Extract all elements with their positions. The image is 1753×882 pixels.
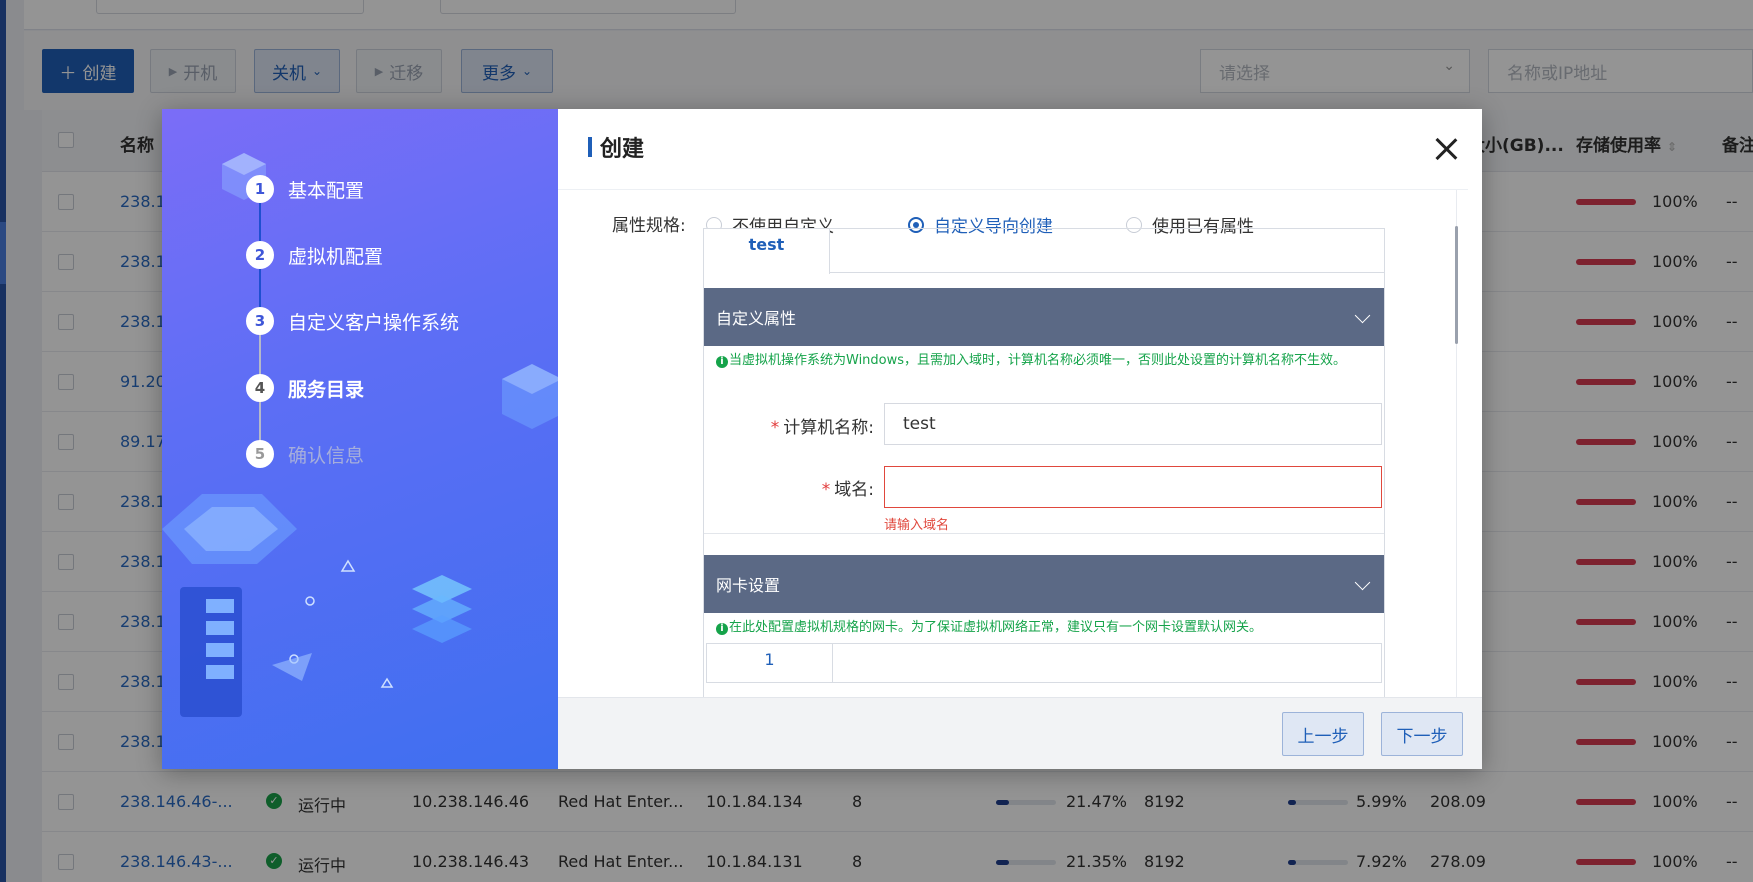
scrollbar-thumb[interactable] bbox=[1455, 226, 1458, 344]
title-accent-bar bbox=[588, 137, 592, 157]
divider bbox=[704, 533, 1384, 534]
step-connector bbox=[259, 401, 261, 443]
required-mark: * bbox=[770, 418, 780, 438]
dialog-footer: 上一步 下一步 bbox=[558, 697, 1482, 769]
dialog-main: 创建 属性规格: 不使用自定义 自定义导向创建 使用已有属性 test 自定义属… bbox=[558, 109, 1482, 769]
spec-panel: test 自定义属性 i 当虚拟机操作系统为Windows，且需加入域时，计算机名… bbox=[703, 228, 1385, 697]
step-basic-config[interactable]: 1 基本配置 bbox=[246, 174, 364, 204]
tab-nic-1[interactable]: 1 bbox=[707, 644, 833, 683]
close-icon[interactable] bbox=[1432, 135, 1460, 163]
step-vm-config[interactable]: 2 虚拟机配置 bbox=[246, 240, 383, 270]
dialog-content: 属性规格: 不使用自定义 自定义导向创建 使用已有属性 test 自定义属性 i… bbox=[558, 189, 1468, 697]
nic-tabs: 1 bbox=[706, 643, 1382, 683]
spec-tabs: test bbox=[704, 229, 1384, 274]
tab-test[interactable]: test bbox=[704, 229, 830, 274]
info-icon: i bbox=[716, 356, 728, 368]
custom-attr-tip: i 当虚拟机操作系统为Windows，且需加入域时，计算机名称必须唯一，否则此处设… bbox=[716, 347, 1366, 374]
nic-section-header[interactable]: 网卡设置 bbox=[704, 555, 1384, 613]
domain-label: * 域名: bbox=[821, 480, 874, 500]
chevron-down-icon bbox=[1354, 574, 1371, 591]
domain-input[interactable] bbox=[884, 466, 1382, 508]
attr-spec-label: 属性规格: bbox=[612, 216, 686, 236]
dialog-title: 创建 bbox=[588, 131, 644, 163]
create-vm-dialog: 1 基本配置 2 虚拟机配置 3 自定义客户操作系统 4 服务目录 5 确认信息… bbox=[162, 109, 1482, 769]
info-icon: i bbox=[716, 623, 728, 635]
required-mark: * bbox=[821, 480, 831, 500]
step-connector bbox=[259, 203, 261, 245]
computer-name-input[interactable]: test bbox=[884, 403, 1382, 445]
step-connector bbox=[259, 269, 261, 311]
wizard-sidebar: 1 基本配置 2 虚拟机配置 3 自定义客户操作系统 4 服务目录 5 确认信息 bbox=[162, 109, 558, 769]
step-confirm[interactable]: 5 确认信息 bbox=[246, 439, 364, 469]
nic-tip: i 在此处配置虚拟机规格的网卡。为了保证虚拟机网络正常，建议只有一个网卡设置默认网… bbox=[716, 614, 1366, 641]
chevron-down-icon bbox=[1354, 307, 1371, 324]
domain-error-text: 请输入域名 bbox=[884, 518, 950, 533]
prev-step-button[interactable]: 上一步 bbox=[1282, 712, 1364, 756]
custom-attr-section-header[interactable]: 自定义属性 bbox=[704, 288, 1384, 346]
computer-name-label: * 计算机名称: bbox=[770, 418, 874, 438]
step-service-catalog[interactable]: 4 服务目录 bbox=[246, 373, 364, 403]
next-step-button[interactable]: 下一步 bbox=[1381, 712, 1463, 756]
step-custom-guest-os[interactable]: 3 自定义客户操作系统 bbox=[246, 306, 459, 336]
step-connector bbox=[259, 335, 261, 377]
